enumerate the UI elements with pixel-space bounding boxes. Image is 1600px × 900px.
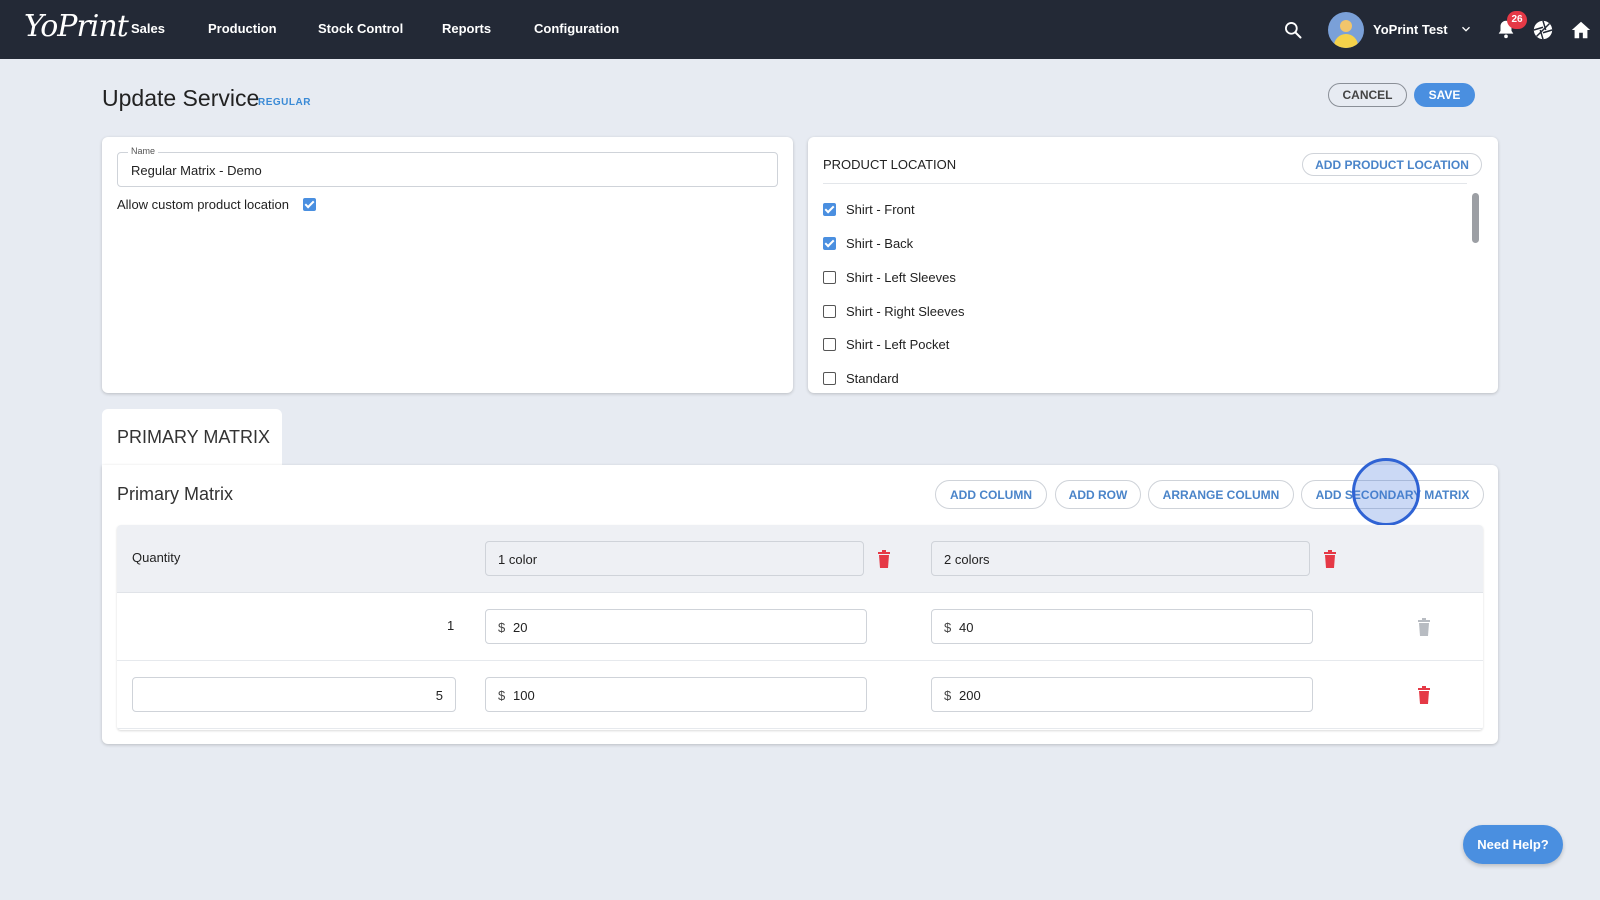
quantity-header: Quantity <box>132 550 181 565</box>
nav-stock-control[interactable]: Stock Control <box>318 21 403 36</box>
product-location-title: PRODUCT LOCATION <box>823 157 957 172</box>
delete-row-icon-disabled <box>1418 618 1430 636</box>
quantity-value: 5 <box>435 688 443 703</box>
delete-column-icon[interactable] <box>877 550 891 568</box>
price-value: 200 <box>959 688 981 703</box>
table-row: 1 $ 20 $ 40 <box>117 593 1483 661</box>
service-details-card: Name Regular Matrix - Demo Allow custom … <box>102 137 793 393</box>
price-input[interactable]: $ 20 <box>485 609 867 644</box>
cancel-button[interactable]: CANCEL <box>1328 83 1407 107</box>
delete-column-icon[interactable] <box>1323 550 1337 568</box>
product-location-card: PRODUCT LOCATION ADD PRODUCT LOCATION Sh… <box>808 137 1498 393</box>
price-input[interactable]: $ 100 <box>485 677 867 712</box>
user-name[interactable]: YoPrint Test <box>1373 22 1448 37</box>
checkbox[interactable] <box>823 305 836 318</box>
tab-label: PRIMARY MATRIX <box>117 427 271 447</box>
divider <box>823 183 1467 184</box>
home-icon[interactable] <box>1570 19 1592 41</box>
currency-symbol: $ <box>498 688 506 703</box>
add-secondary-matrix-button[interactable]: ADD SECONDARY MATRIX <box>1301 480 1484 509</box>
nav-production[interactable]: Production <box>208 21 277 36</box>
add-row-button[interactable]: ADD ROW <box>1055 480 1141 509</box>
matrix-card: Primary Matrix ADD COLUMN ADD ROW ARRANG… <box>102 458 1498 744</box>
name-field-value[interactable]: Regular Matrix - Demo <box>131 163 262 178</box>
price-input[interactable]: $ 200 <box>931 677 1313 712</box>
page-title: Update Service <box>102 85 260 111</box>
product-location-label: Shirt - Front <box>846 202 915 217</box>
notification-badge: 26 <box>1507 11 1527 29</box>
product-location-label: Shirt - Left Sleeves <box>846 270 956 285</box>
checkbox[interactable] <box>823 203 836 216</box>
scrollbar[interactable] <box>1472 193 1479 243</box>
product-location-label: Shirt - Back <box>846 236 914 251</box>
name-field-label: Name <box>128 146 159 156</box>
price-value: 100 <box>513 688 535 703</box>
tab-primary-matrix[interactable]: PRIMARY MATRIX <box>102 409 282 465</box>
arrange-column-button[interactable]: ARRANGE COLUMN <box>1148 480 1294 509</box>
price-value: 20 <box>513 620 528 635</box>
avatar[interactable] <box>1328 12 1364 48</box>
product-location-label: Standard <box>846 371 899 386</box>
delete-row-icon[interactable] <box>1417 686 1431 704</box>
nav-sales[interactable]: Sales <box>131 21 165 36</box>
quantity-input[interactable]: 5 <box>132 677 456 712</box>
chevron-down-icon[interactable] <box>1459 22 1473 36</box>
yoprint-logo[interactable]: YoPrint <box>24 9 129 44</box>
product-location-label: Shirt - Right Sleeves <box>846 304 965 319</box>
column-name-value: 2 colors <box>944 552 990 567</box>
column-name-input[interactable]: 1 color <box>485 541 864 576</box>
product-location-label: Shirt - Left Pocket <box>846 337 950 352</box>
search-icon[interactable] <box>1283 20 1303 40</box>
add-column-button[interactable]: ADD COLUMN <box>935 480 1047 509</box>
checkbox[interactable] <box>823 271 836 284</box>
allow-custom-location-label: Allow custom product location <box>117 197 289 212</box>
currency-symbol: $ <box>944 688 952 703</box>
nav-reports[interactable]: Reports <box>442 21 491 36</box>
allow-custom-location-checkbox[interactable] <box>303 198 316 211</box>
matrix-title: Primary Matrix <box>117 484 233 504</box>
currency-symbol: $ <box>498 620 506 635</box>
column-name-input[interactable]: 2 colors <box>931 541 1310 576</box>
service-type-badge: REGULAR <box>258 97 311 108</box>
top-navbar: YoPrint Sales Production Stock Control R… <box>0 0 1600 59</box>
aperture-icon[interactable] <box>1532 19 1554 41</box>
save-button[interactable]: SAVE <box>1414 83 1475 107</box>
name-field[interactable]: Name Regular Matrix - Demo <box>117 146 778 187</box>
checkbox[interactable] <box>823 372 836 385</box>
price-matrix-table: Quantity 1 color 2 colors 1 $ 20 $ 40 5 … <box>117 525 1483 730</box>
quantity-value: 1 <box>447 618 455 633</box>
price-value: 40 <box>959 620 974 635</box>
currency-symbol: $ <box>944 620 952 635</box>
checkbox[interactable] <box>823 237 836 250</box>
checkbox[interactable] <box>823 338 836 351</box>
add-product-location-button[interactable]: ADD PRODUCT LOCATION <box>1302 153 1482 176</box>
nav-configuration[interactable]: Configuration <box>534 21 619 36</box>
price-input[interactable]: $ 40 <box>931 609 1313 644</box>
need-help-button[interactable]: Need Help? <box>1463 825 1563 864</box>
table-row: 5 $ 100 $ 200 <box>117 661 1483 729</box>
column-name-value: 1 color <box>498 552 538 567</box>
table-header-row: Quantity 1 color 2 colors <box>117 525 1483 593</box>
